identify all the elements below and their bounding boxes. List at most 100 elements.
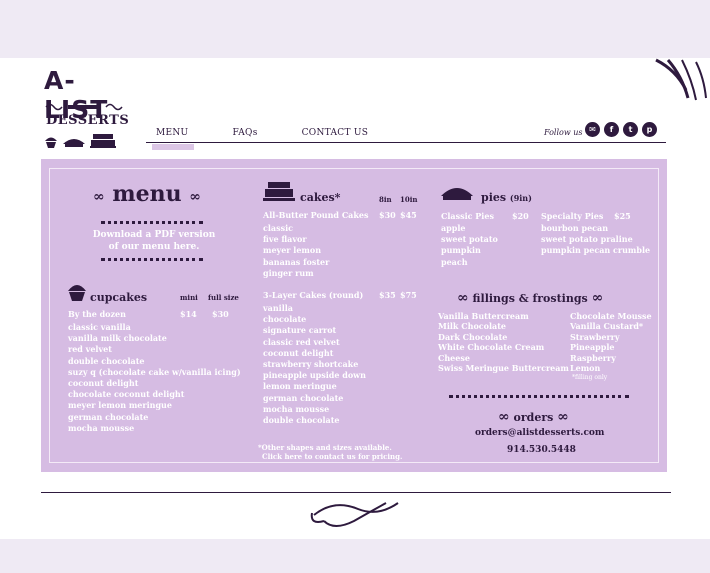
list-item: White Chocolate Cream <box>438 342 545 353</box>
list-item: Lemon <box>570 363 601 374</box>
cupcake-icon <box>45 137 57 148</box>
list-item: five flavor <box>263 234 307 245</box>
list-item: signature carrot <box>263 325 337 336</box>
facebook-icon[interactable]: f <box>604 122 619 137</box>
cakes-note-line: *Other shapes and sizes available. <box>258 443 392 452</box>
page-body: A-LIST DESSERTS MENU FAQs CONTACT US Fol… <box>0 58 710 539</box>
cupcakes-title: cupcakes <box>90 291 148 304</box>
nav-contact-us[interactable]: CONTACT US <box>292 128 379 146</box>
classic-pies-list: apple sweet potato pumpkin peach <box>441 223 498 268</box>
main-nav: MENU FAQs CONTACT US <box>146 128 402 150</box>
cupcakes-col-mini: mini <box>180 293 198 302</box>
list-item: meyer lemon meringue <box>68 400 172 411</box>
layer-cakes-label: 3-Layer Cakes (round) <box>263 290 364 300</box>
follow-us-label: Follow us <box>544 128 583 137</box>
list-item: bourbon pecan <box>541 223 609 233</box>
list-item: peach <box>441 256 468 267</box>
menu-board: ∞ menu ∞ Download a PDF version of our m… <box>41 159 667 472</box>
email-icon[interactable]: ✉ <box>585 122 600 137</box>
list-item: apple <box>441 223 466 233</box>
pinterest-icon[interactable]: p <box>642 122 657 137</box>
specialty-pies-price: $25 <box>614 211 631 221</box>
swirl-icon: ∞ <box>498 409 510 425</box>
specialty-pies-label: Specialty Pies <box>541 211 604 221</box>
orders-heading: ∞ orders ∞ <box>498 409 569 425</box>
cakes-note-line: Click here to contact us for pricing. <box>262 452 403 461</box>
orders-phone: 914.530.5448 <box>507 445 576 455</box>
list-item: vanilla <box>263 303 293 313</box>
list-item: classic vanilla <box>68 322 131 332</box>
classic-pies-label: Classic Pies <box>441 211 494 221</box>
list-item: pumpkin pecan crumble <box>541 245 651 256</box>
list-item: german chocolate <box>263 392 344 403</box>
pound-cakes-list: classic five flavor meyer lemon bananas … <box>263 223 329 279</box>
cupcake-icon <box>68 285 86 301</box>
cupcakes-price-full: $30 <box>212 309 229 319</box>
list-item: strawberry shortcake <box>263 359 359 370</box>
fillings-title: fillings & frostings <box>472 292 588 305</box>
list-item: Pineapple <box>570 342 615 353</box>
swirl-icon: ∞ <box>189 189 201 205</box>
orders-title: orders <box>513 411 554 424</box>
list-item: vanilla milk chocolate <box>68 333 167 344</box>
swirl-icon: ∞ <box>557 409 569 425</box>
classic-pies-price: $20 <box>512 211 529 221</box>
cupcakes-list: classic vanilla vanilla milk chocolate r… <box>68 322 241 434</box>
orders-email[interactable]: orders@alistdesserts.com <box>475 428 604 438</box>
cakes-note[interactable]: *Other shapes and sizes available. Click… <box>258 443 402 461</box>
list-item: Dark Chocolate <box>438 331 508 342</box>
cakes-title: cakes* <box>300 191 341 204</box>
list-item: mocha mousse <box>263 403 330 414</box>
logo-subtitle: DESSERTS <box>46 113 130 128</box>
list-item: sweet potato <box>441 234 498 245</box>
list-item: double chocolate <box>68 355 145 366</box>
fillings-heading: ∞ fillings & frostings ∞ <box>457 290 603 306</box>
pie-icon <box>441 188 473 200</box>
cakes-col-8in: 8in <box>379 195 392 204</box>
list-item: pineapple upside down <box>263 370 366 381</box>
header-divider <box>146 142 666 143</box>
list-item: classic <box>263 223 294 233</box>
cakes-col-10in: 10in <box>400 195 418 204</box>
list-item: ginger rum <box>263 267 314 278</box>
list-item: Chocolate Mousse <box>570 311 652 321</box>
layer-cakes-list: vanilla chocolate signature carrot class… <box>263 303 366 426</box>
list-item: classic red velvet <box>263 336 340 347</box>
nav-menu[interactable]: MENU <box>146 128 198 150</box>
logo-icons <box>44 132 116 148</box>
list-item: Vanilla Buttercream <box>438 311 529 321</box>
list-item: mocha mousse <box>68 422 135 433</box>
list-item: chocolate coconut delight <box>68 389 185 400</box>
footer-flourish-icon <box>310 502 399 527</box>
menu-title: menu <box>112 181 182 207</box>
list-item: red velvet <box>68 344 112 355</box>
list-item: Cheese <box>438 352 470 363</box>
pdf-download-link[interactable]: Download a PDF version of our menu here. <box>89 229 219 253</box>
nav-faqs[interactable]: FAQs <box>222 128 267 146</box>
fillings-right-list: Chocolate Mousse Vanilla Custard* Strawb… <box>570 311 652 384</box>
brand-logo[interactable]: A-LIST DESSERTS <box>44 66 130 148</box>
pound-price-8: $30 <box>379 210 396 220</box>
menu-heading: ∞ menu ∞ <box>93 181 201 207</box>
list-item: lemon meringue <box>263 381 337 392</box>
twitter-icon[interactable]: t <box>623 122 638 137</box>
bottom-band <box>0 539 710 573</box>
list-item: Strawberry <box>570 331 620 342</box>
cupcakes-col-full: full size <box>208 293 239 302</box>
layer-price-8: $35 <box>379 290 396 300</box>
layer-price-10: $75 <box>400 290 417 300</box>
list-item: sweet potato praline <box>541 234 633 245</box>
pies-title-text: pies <box>481 191 507 204</box>
pies-title: pies (9in) <box>481 191 532 204</box>
social-links: ✉ f t p <box>585 122 657 137</box>
pies-size: (9in) <box>509 193 532 203</box>
list-item: Vanilla Custard* <box>570 321 644 332</box>
rolling-pin-icon <box>45 103 123 111</box>
specialty-pies-list: bourbon pecan sweet potato praline pumpk… <box>541 223 650 257</box>
list-item: bananas foster <box>263 256 330 267</box>
swirl-icon: ∞ <box>93 189 105 205</box>
list-item: meyer lemon <box>263 245 322 256</box>
list-item: double chocolate <box>263 415 340 426</box>
list-item: german chocolate <box>68 411 149 422</box>
swirl-icon: ∞ <box>457 290 469 306</box>
